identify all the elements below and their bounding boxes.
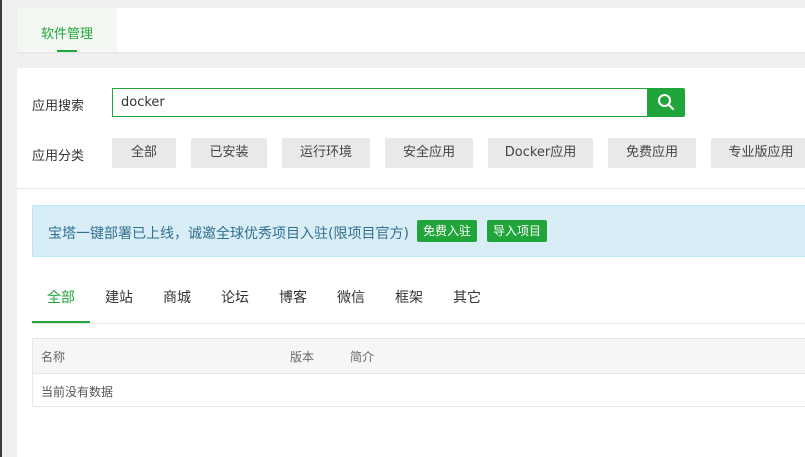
- tab-software-management-label: 软件管理: [40, 27, 93, 42]
- search-input[interactable]: docker: [112, 88, 647, 117]
- tab-all[interactable]: 全部: [32, 278, 90, 323]
- app-type-tabs: 全部 建站 商城 论坛 博客 微信 框架 其它: [32, 278, 805, 324]
- notice-text: 宝塔一键部署已上线，诚邀全球优秀项目入驻(限项目官方): [48, 226, 409, 242]
- notice-banner: 宝塔一键部署已上线，诚邀全球优秀项目入驻(限项目官方) 免费入驻 导入项目: [32, 205, 805, 257]
- main-panel: 应用搜索 docker 应用分类 全部 已安装 运行环境 安全应用 Docker…: [17, 68, 805, 457]
- app-table: 名称 版本 简介 当前没有数据: [32, 338, 805, 407]
- column-header-name: 名称: [41, 350, 66, 364]
- window-left-edge: [0, 0, 2, 457]
- section-divider: [17, 188, 805, 189]
- empty-table-message: 当前没有数据: [41, 385, 114, 399]
- tab-wechat[interactable]: 微信: [322, 278, 380, 323]
- category-docker-button[interactable]: Docker应用: [488, 138, 593, 168]
- table-header: 名称 版本 简介: [33, 339, 805, 374]
- import-project-button[interactable]: 导入项目: [487, 220, 547, 242]
- tab-mall[interactable]: 商城: [148, 278, 206, 323]
- category-installed-button[interactable]: 已安装: [191, 138, 267, 168]
- tab-other[interactable]: 其它: [438, 278, 496, 323]
- search-button[interactable]: [647, 88, 685, 117]
- category-runtime-button[interactable]: 运行环境: [282, 138, 370, 168]
- category-security-button[interactable]: 安全应用: [385, 138, 473, 168]
- search-icon: [658, 94, 674, 110]
- category-label: 应用分类: [32, 149, 85, 164]
- category-free-button[interactable]: 免费应用: [608, 138, 696, 168]
- tab-software-management[interactable]: 软件管理: [17, 8, 117, 52]
- column-header-version: 版本: [290, 350, 315, 364]
- free-join-button[interactable]: 免费入驻: [417, 220, 477, 242]
- column-header-description: 简介: [350, 350, 375, 364]
- top-tab-bar: 软件管理: [17, 8, 805, 52]
- tab-forum[interactable]: 论坛: [206, 278, 264, 323]
- search-label: 应用搜索: [32, 99, 85, 114]
- tab-framework[interactable]: 框架: [380, 278, 438, 323]
- category-pro-button[interactable]: 专业版应用: [711, 138, 805, 168]
- tab-website[interactable]: 建站: [90, 278, 148, 323]
- category-all-button[interactable]: 全部: [112, 138, 176, 168]
- tab-blog[interactable]: 博客: [264, 278, 322, 323]
- active-tab-indicator: [57, 50, 77, 52]
